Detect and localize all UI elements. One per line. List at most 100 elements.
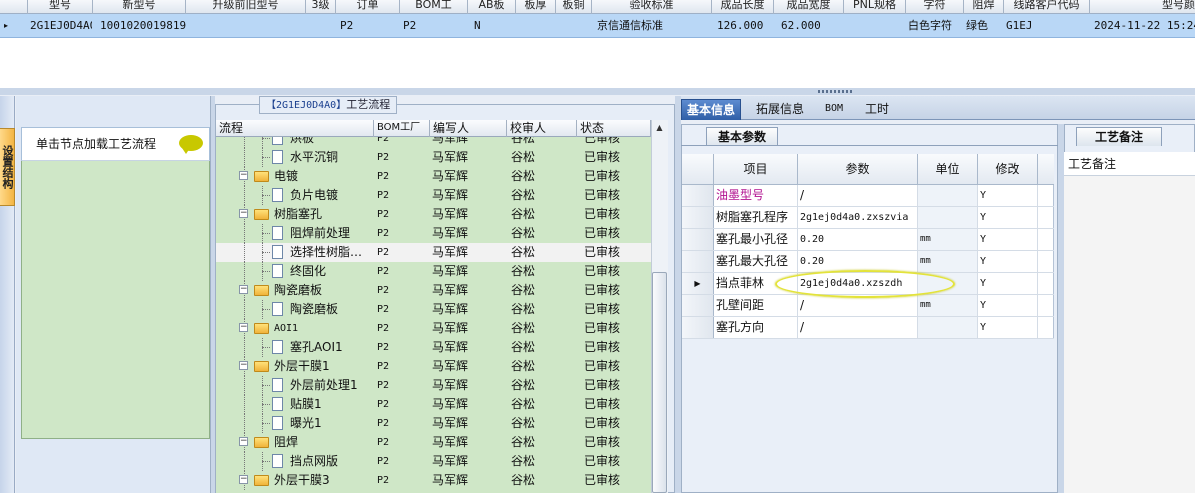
cell-param[interactable]: / (798, 295, 918, 316)
col-standard[interactable]: 验收标准 (592, 0, 712, 14)
tree-cell-bom: P2 (377, 137, 390, 144)
col-unit[interactable]: 单位 (918, 154, 978, 185)
col-solder[interactable]: 阻焊 (964, 0, 1004, 14)
tree-row[interactable]: 贴膜1 P2 马军辉 谷松 已审核 (216, 395, 651, 414)
col-param[interactable]: 参数 (798, 154, 918, 185)
tree-guide-line (244, 137, 245, 148)
current-row-arrow-icon[interactable]: ▶ (682, 273, 714, 294)
collapse-toggle-icon[interactable]: − (239, 285, 248, 294)
tree-row[interactable]: 塞孔AOI1 P2 马军辉 谷松 已审核 (216, 338, 651, 357)
col-new-model[interactable]: 新型号 (93, 0, 186, 14)
col-bom[interactable]: BOM工 (400, 0, 468, 14)
process-load-area[interactable] (21, 127, 210, 439)
tree-row[interactable]: − AOI1 P2 马军辉 谷松 已审核 (216, 319, 651, 338)
row-header[interactable] (682, 207, 714, 228)
tree-cell-bom: P2 (377, 209, 390, 220)
row-header[interactable] (682, 295, 714, 316)
col-order[interactable]: 订单 (336, 0, 400, 14)
col-length[interactable]: 成品长度 (712, 0, 774, 14)
tree-row[interactable]: 负片电镀 P2 马军辉 谷松 已审核 (216, 186, 651, 205)
tree-cell-writer: 马军辉 (432, 226, 469, 240)
folder-icon (254, 323, 269, 334)
tree-row[interactable]: − 阻焊 P2 马军辉 谷松 已审核 (216, 433, 651, 452)
tree-row[interactable]: 终固化 P2 马军辉 谷松 已审核 (216, 262, 651, 281)
process-tree[interactable]: 烘板 P2 马军辉 谷松 已审核 水平沉铜 P2 马军辉 谷松 已审核 − 电镀 P2 马军辉 谷松 已审核负… (216, 137, 651, 493)
tree-cell-writer: 马军辉 (432, 150, 469, 164)
tab-extended-info[interactable]: 拓展信息 (751, 99, 809, 120)
param-row[interactable]: 树脂塞孔程序 2g1ej0d4a0.zxszvia Y (682, 207, 1054, 229)
tree-row[interactable]: 陶瓷磨板 P2 马军辉 谷松 已审核 (216, 300, 651, 319)
col-char[interactable]: 字符 (906, 0, 964, 14)
cell-standard: 京信通信标准 (597, 19, 663, 32)
col-level3[interactable]: 3级 (306, 0, 336, 14)
row-header[interactable] (682, 251, 714, 272)
tree-cell-reviewer: 谷松 (511, 264, 536, 278)
tree-row[interactable]: 阻焊前处理 P2 马军辉 谷松 已审核 (216, 224, 651, 243)
document-icon (272, 150, 283, 164)
tab-basic-info[interactable]: 基本信息 (681, 99, 742, 120)
col-thickness[interactable]: 板厚 (516, 0, 556, 14)
table-row[interactable]: ▸ 2G1EJ0D4A0 10010200198198 P2 P2 N 京信通信… (0, 14, 1195, 38)
tree-row[interactable]: 烘板 P2 马军辉 谷松 已审核 (216, 137, 651, 148)
tree-row[interactable]: − 陶瓷磨板 P2 马军辉 谷松 已审核 (216, 281, 651, 300)
col-ab[interactable]: AB板 (468, 0, 516, 14)
col-item[interactable]: 项目 (714, 154, 798, 185)
tree-cell-reviewer: 谷松 (511, 207, 536, 221)
col-writer[interactable]: 编写人 (430, 120, 507, 137)
col-edit[interactable]: 修改 (978, 154, 1038, 185)
col-status[interactable]: 状态 (577, 120, 651, 137)
cell-param[interactable]: 0.20 (798, 229, 918, 250)
col-code[interactable]: 线路客户代码 (1004, 0, 1090, 14)
tab-bom[interactable]: BOM (820, 99, 848, 120)
tree-row[interactable]: − 外层干膜1 P2 马军辉 谷松 已审核 (216, 357, 651, 376)
collapse-toggle-icon[interactable]: − (239, 437, 248, 446)
tree-row[interactable]: 选择性树脂… P2 马军辉 谷松 已审核 (216, 243, 651, 262)
col-old-model[interactable]: 升级前旧型号 (186, 0, 306, 14)
folder-icon (254, 475, 269, 486)
notes-body[interactable] (1064, 152, 1195, 493)
cell-edit: Y (978, 207, 1038, 228)
col-bom-factory[interactable]: BOM工厂 (374, 120, 430, 137)
collapse-toggle-icon[interactable]: − (239, 361, 248, 370)
col-model-color[interactable]: 型号颜 (1090, 0, 1195, 14)
param-row[interactable]: 孔壁间距 / mm Y (682, 295, 1054, 317)
tree-row[interactable]: − 电镀 P2 马军辉 谷松 已审核 (216, 167, 651, 186)
cell-param[interactable]: / (798, 185, 918, 206)
tree-scroll-thumb[interactable] (652, 272, 667, 493)
scroll-up-arrow-icon[interactable]: ▲ (652, 121, 667, 135)
tree-row[interactable]: 外层前处理1 P2 马军辉 谷松 已审核 (216, 376, 651, 395)
row-header[interactable] (682, 229, 714, 250)
col-reviewer[interactable]: 校审人 (507, 120, 577, 137)
collapse-toggle-icon[interactable]: − (239, 475, 248, 484)
horizontal-splitter[interactable] (0, 88, 1195, 95)
param-row[interactable]: 塞孔最小孔径 0.20 mm Y (682, 229, 1054, 251)
tab-work-hours[interactable]: 工时 (860, 99, 894, 120)
tree-guide-line (262, 138, 270, 139)
col-copper[interactable]: 板铜 (556, 0, 592, 14)
collapse-toggle-icon[interactable]: − (239, 209, 248, 218)
col-width[interactable]: 成品宽度 (774, 0, 844, 14)
tree-row[interactable]: 曝光1 P2 马军辉 谷松 已审核 (216, 414, 651, 433)
tree-cell-status: 已审核 (584, 454, 621, 468)
tab-settings-structure[interactable]: 设置结构 (0, 128, 15, 206)
cell-param[interactable]: / (798, 317, 918, 338)
col-pnl[interactable]: PNL规格 (844, 0, 906, 14)
col-flow[interactable]: 流程 (216, 120, 374, 137)
tree-row[interactable]: 挡点网版 P2 马军辉 谷松 已审核 (216, 452, 651, 471)
param-row[interactable]: 塞孔方向 / Y (682, 317, 1054, 339)
cell-param[interactable]: 2g1ej0d4a0.zxszvia (798, 207, 918, 228)
col-model[interactable]: 型号 (28, 0, 93, 14)
param-row[interactable]: 油墨型号 / Y (682, 185, 1054, 207)
tree-row[interactable]: − 树脂塞孔 P2 马军辉 谷松 已审核 (216, 205, 651, 224)
tree-row[interactable]: − 外层干膜3 P2 马军辉 谷松 已审核 (216, 471, 651, 490)
tab-process-notes[interactable]: 工艺备注 (1076, 127, 1162, 146)
row-header[interactable] (682, 317, 714, 338)
row-header[interactable] (682, 185, 714, 206)
collapse-toggle-icon[interactable]: − (239, 323, 248, 332)
tree-cell-reviewer: 谷松 (511, 169, 536, 183)
cell-param[interactable]: 0.20 (798, 251, 918, 272)
tree-cell-reviewer: 谷松 (511, 473, 536, 487)
tab-basic-params[interactable]: 基本参数 (706, 127, 778, 146)
collapse-toggle-icon[interactable]: − (239, 171, 248, 180)
tree-row[interactable]: 水平沉铜 P2 马军辉 谷松 已审核 (216, 148, 651, 167)
